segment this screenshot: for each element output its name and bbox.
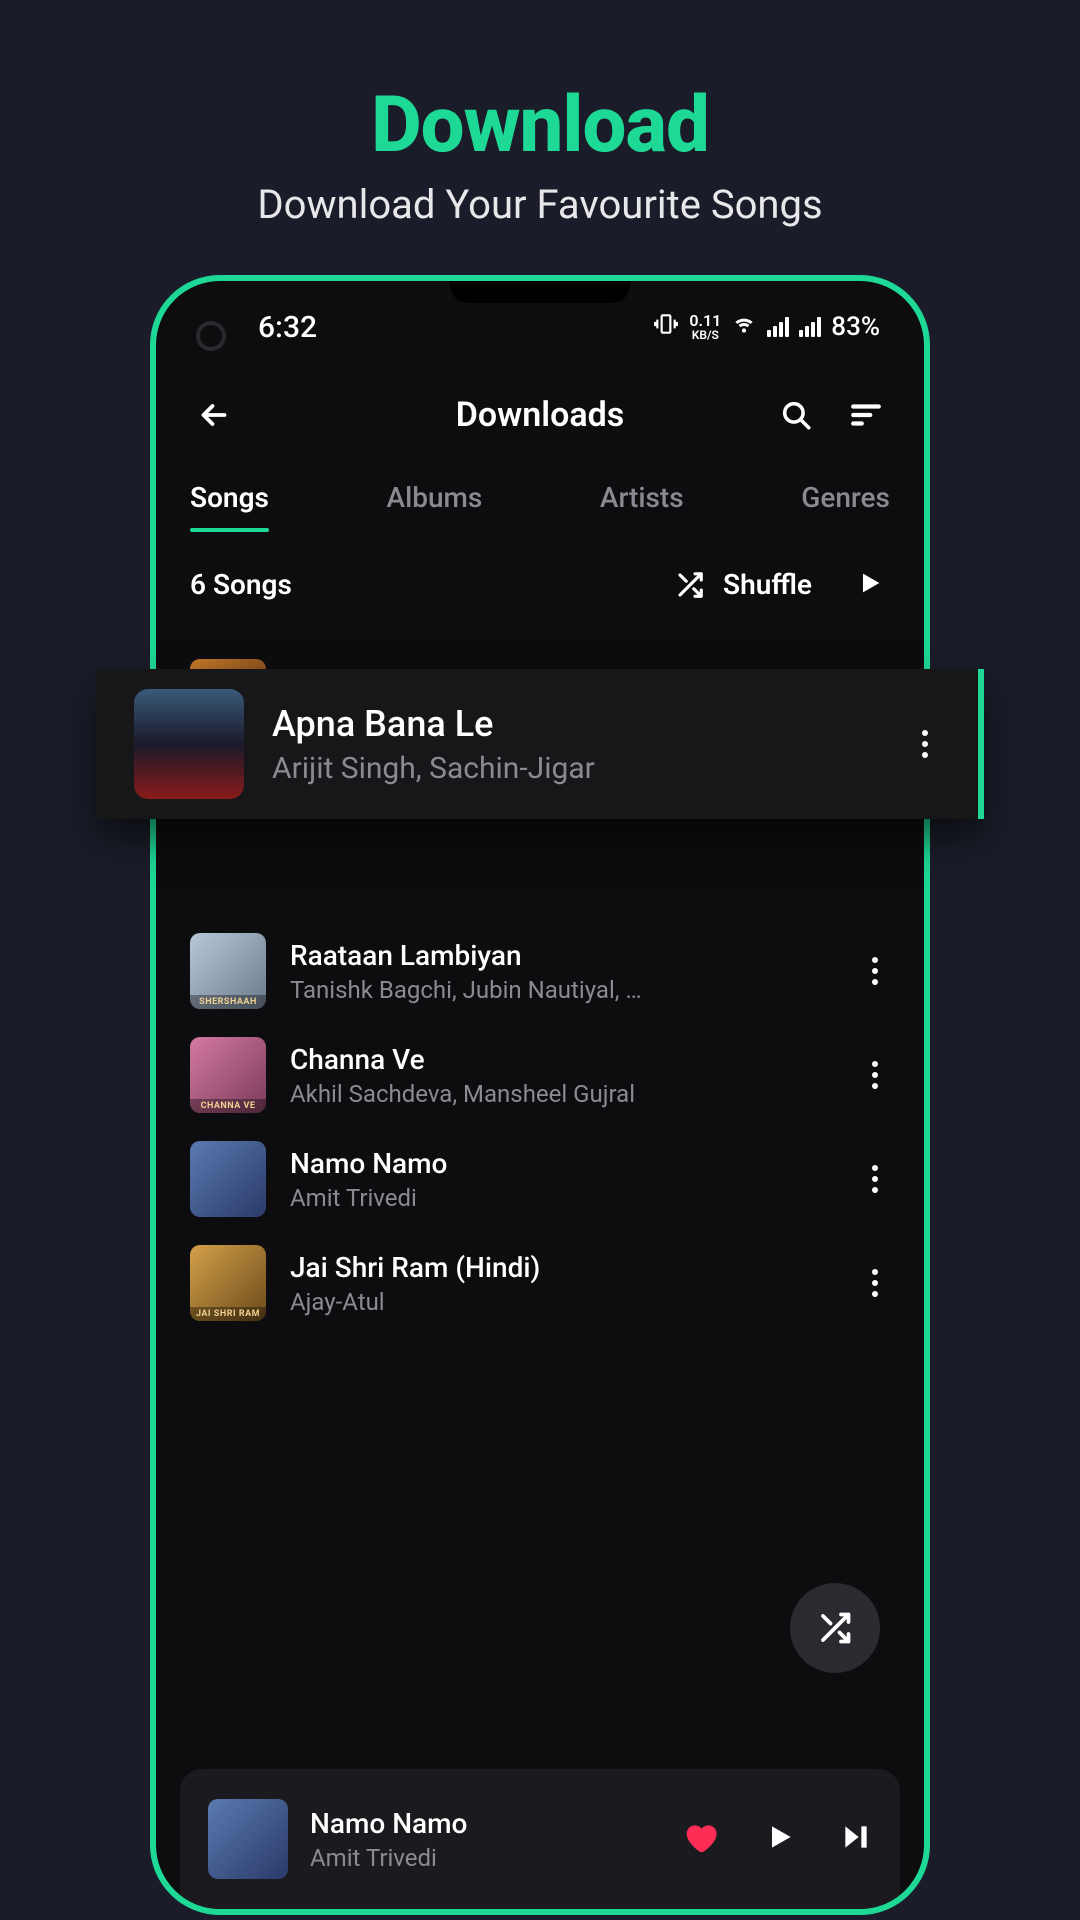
- song-title: Channa Ve: [290, 1043, 836, 1076]
- song-title: Raataan Lambiyan: [290, 939, 836, 972]
- song-title: Namo Namo: [290, 1147, 836, 1180]
- song-more-button[interactable]: [860, 1269, 890, 1297]
- shuffle-fab[interactable]: [790, 1583, 880, 1673]
- song-artist: Tanishk Bagchi, Jubin Nautiyal, …: [290, 976, 836, 1004]
- song-artist: Arijit Singh, Sachin-Jigar: [272, 751, 882, 786]
- wifi-icon: [731, 311, 757, 343]
- play-all-button[interactable]: [856, 569, 884, 601]
- song-thumb: CHANNA VE: [190, 1037, 266, 1113]
- song-row[interactable]: Namo Namo Amit Trivedi: [180, 1127, 900, 1231]
- songs-count: 6 Songs: [190, 568, 292, 601]
- song-more-button[interactable]: [860, 1165, 890, 1193]
- phone-frame: 6:32 0.11 KB/S: [150, 275, 930, 1915]
- status-time: 6:32: [258, 310, 317, 345]
- now-playing-artist: Amit Trivedi: [310, 1844, 658, 1872]
- signal-icon: [767, 317, 789, 337]
- tab-artists[interactable]: Artists: [600, 481, 684, 532]
- tab-genres[interactable]: Genres: [801, 481, 890, 532]
- vibrate-icon: [653, 311, 679, 343]
- shuffle-label: Shuffle: [723, 568, 812, 601]
- page-title: Downloads: [306, 395, 774, 435]
- signal-icon-2: [799, 317, 821, 337]
- now-playing-thumb: [208, 1799, 288, 1879]
- song-thumb: SHERSHAAH: [190, 933, 266, 1009]
- song-row[interactable]: SHERSHAAH Raataan Lambiyan Tanishk Bagch…: [180, 919, 900, 1023]
- search-button[interactable]: [774, 393, 818, 437]
- hero-subtitle: Download Your Favourite Songs: [0, 181, 1080, 228]
- tab-albums[interactable]: Albums: [387, 481, 483, 532]
- tabs: Songs Albums Artists Genres: [180, 447, 900, 532]
- song-artist: Ajay-Atul: [290, 1288, 836, 1316]
- network-speed: 0.11 KB/S: [689, 313, 721, 341]
- favorite-button[interactable]: [680, 1817, 720, 1861]
- song-thumb: JAI SHRI RAM: [190, 1245, 266, 1321]
- song-thumb: [190, 1141, 266, 1217]
- featured-song-row[interactable]: Apna Bana Le Arijit Singh, Sachin-Jigar: [96, 669, 984, 819]
- tab-songs[interactable]: Songs: [190, 481, 269, 532]
- song-artist: Amit Trivedi: [290, 1184, 836, 1212]
- song-row[interactable]: CHANNA VE Channa Ve Akhil Sachdeva, Mans…: [180, 1023, 900, 1127]
- shuffle-button[interactable]: Shuffle: [675, 568, 812, 601]
- next-button[interactable]: [840, 1821, 872, 1857]
- list-header: 6 Songs Shuffle: [180, 532, 900, 621]
- song-title: Apna Bana Le: [272, 703, 882, 745]
- hero-title: Download: [0, 80, 1080, 171]
- now-playing-title: Namo Namo: [310, 1807, 658, 1840]
- app-header: Downloads: [180, 367, 900, 447]
- status-bar: 6:32 0.11 KB/S: [180, 287, 900, 367]
- song-more-button[interactable]: [860, 957, 890, 985]
- song-row[interactable]: JAI SHRI RAM Jai Shri Ram (Hindi) Ajay-A…: [180, 1231, 900, 1335]
- song-thumb: [134, 689, 244, 799]
- song-title: Jai Shri Ram (Hindi): [290, 1251, 836, 1284]
- back-button[interactable]: [192, 393, 236, 437]
- song-artist: Akhil Sachdeva, Mansheel Gujral: [290, 1080, 836, 1108]
- song-more-button[interactable]: [910, 730, 940, 758]
- play-button[interactable]: [764, 1821, 796, 1857]
- battery-percent: 83%: [831, 312, 880, 342]
- now-playing-bar[interactable]: Namo Namo Amit Trivedi: [180, 1769, 900, 1909]
- sort-button[interactable]: [844, 393, 888, 437]
- song-more-button[interactable]: [860, 1061, 890, 1089]
